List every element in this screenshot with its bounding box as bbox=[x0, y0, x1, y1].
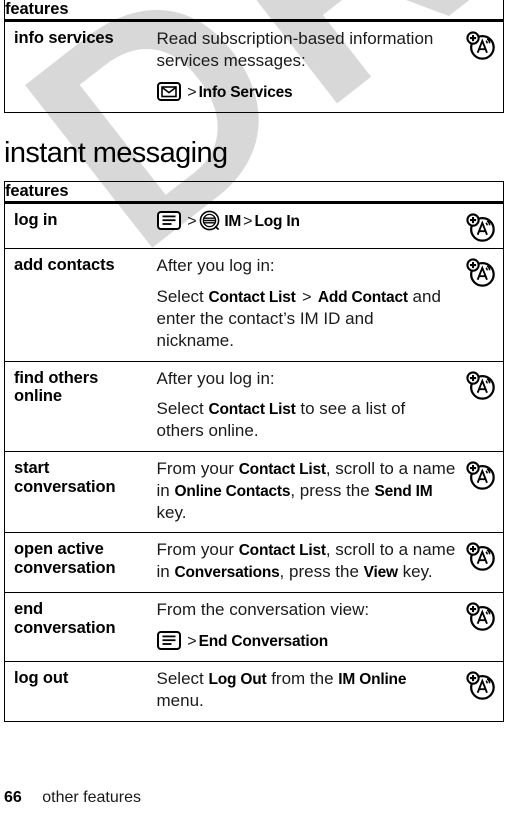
feature-label: open active conversation bbox=[4, 532, 153, 594]
network-personalize-icon bbox=[465, 31, 497, 61]
table-row: end conversation From the conversation vi… bbox=[4, 592, 504, 663]
feature-icon-cell bbox=[457, 20, 504, 113]
section-heading: instant messaging bbox=[4, 136, 228, 169]
feature-description: From your Contact List, scroll to a name… bbox=[152, 451, 458, 534]
feature-description: From the conversation view: > End Convers… bbox=[152, 592, 458, 663]
feature-label: end conversation bbox=[4, 592, 153, 663]
network-personalize-icon bbox=[465, 258, 497, 288]
feature-description: Select Log Out from the IM Online menu. bbox=[152, 661, 458, 722]
feature-description: After you log in: Select Contact List > A… bbox=[152, 248, 458, 362]
feature-icon-cell bbox=[457, 248, 504, 362]
network-personalize-icon bbox=[465, 213, 497, 243]
feature-description: From your Contact List, scroll to a name… bbox=[152, 532, 458, 594]
table-row: open active conversation From your Contac… bbox=[4, 532, 504, 594]
description-paragraph: After you log in: bbox=[156, 368, 275, 388]
network-personalize-icon bbox=[465, 671, 497, 701]
menu-path: > End Conversation bbox=[156, 630, 456, 652]
ui-term: View bbox=[363, 564, 398, 582]
table-row: start conversation From your Contact List… bbox=[4, 451, 504, 534]
description-paragraph: Select Contact List > Add Contact and en… bbox=[156, 286, 441, 350]
im-app-icon bbox=[199, 210, 220, 231]
ui-term: Contact List bbox=[238, 542, 326, 560]
network-personalize-icon bbox=[465, 542, 497, 572]
ui-term: Online Contacts bbox=[174, 482, 291, 500]
network-personalize-icon bbox=[465, 371, 497, 401]
feature-icon-cell bbox=[457, 592, 504, 663]
path-separator: > bbox=[187, 632, 197, 650]
table-row: add contacts After you log in: Select Cont… bbox=[4, 248, 504, 362]
message-icon bbox=[156, 81, 181, 101]
table-row: info services Read subscription-based inf… bbox=[4, 20, 504, 113]
feature-label: log in bbox=[4, 202, 153, 249]
page-number: 66 bbox=[4, 789, 22, 806]
ui-term: Contact List bbox=[208, 288, 296, 306]
ui-term: Log In bbox=[254, 212, 300, 230]
table-row: find others online After you log in: Selec… bbox=[4, 361, 504, 453]
path-separator: > bbox=[243, 212, 253, 230]
description-paragraph: From your Contact List, scroll to a name… bbox=[156, 540, 456, 582]
feature-icon-cell bbox=[457, 361, 504, 453]
table-header-row: features bbox=[4, 181, 504, 204]
ui-term: Log Out bbox=[208, 671, 267, 689]
ui-term: Contact List bbox=[208, 401, 296, 419]
description-paragraph: After you log in: bbox=[156, 255, 275, 275]
menu-path: > IM > Log In bbox=[156, 210, 456, 232]
table-header-row: features bbox=[4, 0, 504, 22]
menu-icon bbox=[156, 210, 181, 230]
feature-label: start conversation bbox=[4, 451, 153, 534]
feature-description: > IM > Log In bbox=[152, 202, 458, 249]
feature-icon-cell bbox=[457, 451, 504, 534]
network-personalize-icon bbox=[465, 602, 497, 632]
feature-description: Read subscription-based information serv… bbox=[152, 20, 458, 113]
features-table-im-body: features log in > IM > Log In add contacts Af… bbox=[4, 181, 504, 722]
ui-term: IM Online bbox=[338, 671, 407, 689]
ui-term: End Conversation bbox=[198, 632, 329, 650]
running-head: other features bbox=[42, 789, 141, 806]
features-table-top: features info services Read subscription-b… bbox=[4, 0, 504, 113]
manual-page: DRAFT featuresinfo servicesRead subscrip… bbox=[0, 0, 508, 815]
description-paragraph: Select Contact List to see a list of oth… bbox=[156, 399, 406, 441]
table-header-label: features bbox=[4, 0, 504, 22]
feature-icon-cell bbox=[457, 532, 504, 594]
ui-term: Contact List bbox=[238, 461, 326, 479]
table-row: log in > IM > Log In bbox=[4, 202, 504, 249]
path-separator: > bbox=[187, 212, 197, 230]
page-footer: 66 other features bbox=[0, 789, 508, 807]
ui-term: IM bbox=[224, 212, 242, 230]
feature-description: After you log in: Select Contact List to … bbox=[152, 361, 458, 453]
feature-icon-cell bbox=[457, 661, 504, 722]
menu-icon bbox=[156, 630, 181, 650]
features-table-top-body: features info services Read subscription-b… bbox=[4, 0, 504, 113]
ui-term: Conversations bbox=[174, 564, 280, 582]
features-table-im: features log in > IM > Log In add contacts Af… bbox=[4, 180, 504, 722]
feature-label: add contacts bbox=[4, 248, 153, 362]
menu-path: > Info Services bbox=[156, 81, 456, 103]
feature-label: find others online bbox=[4, 361, 153, 453]
feature-label: info services bbox=[4, 20, 153, 113]
path-separator: > bbox=[297, 288, 316, 306]
feature-label: log out bbox=[4, 661, 153, 722]
table-header-label: features bbox=[4, 181, 504, 204]
network-personalize-icon bbox=[465, 461, 497, 491]
feature-icon-cell bbox=[457, 202, 504, 249]
ui-term: Send IM bbox=[374, 482, 433, 500]
ui-term: Add Contact bbox=[317, 288, 408, 306]
table-row: log out Select Log Out from the IM Online… bbox=[4, 661, 504, 722]
description-paragraph: From the conversation view: bbox=[156, 600, 370, 620]
description-paragraph: Select Log Out from the IM Online menu. bbox=[156, 669, 407, 711]
path-separator: > bbox=[187, 83, 197, 101]
description-paragraph: Read subscription-based information serv… bbox=[156, 29, 434, 70]
description-paragraph: From your Contact List, scroll to a name… bbox=[156, 459, 456, 522]
ui-term: Info Services bbox=[198, 83, 293, 101]
